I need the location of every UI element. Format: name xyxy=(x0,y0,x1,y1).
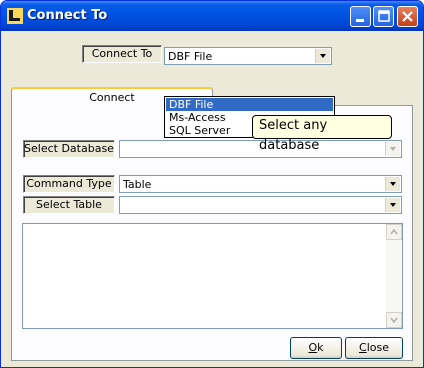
command-type-select[interactable]: Table xyxy=(119,175,402,193)
command-type-label: Command Type xyxy=(23,175,115,193)
chevron-up-icon xyxy=(390,228,398,235)
chevron-down-icon[interactable] xyxy=(385,142,400,156)
close-mnemonic: C xyxy=(359,341,367,354)
close-window-button[interactable] xyxy=(397,6,418,27)
ok-mnemonic: O xyxy=(308,341,318,354)
ok-button-label: k xyxy=(317,341,324,354)
minimize-button[interactable] xyxy=(350,6,371,27)
connect-to-value: DBF File xyxy=(168,50,213,63)
chevron-down-icon[interactable] xyxy=(385,177,400,191)
title-bar[interactable]: Connect To xyxy=(1,1,423,31)
close-button[interactable]: Close xyxy=(345,337,403,359)
dialog-body: Connect To DBF File Connect Select Datab… xyxy=(4,31,420,364)
scroll-up-button[interactable] xyxy=(386,224,402,240)
minimize-icon xyxy=(356,19,364,22)
maximize-icon xyxy=(378,10,390,22)
app-icon xyxy=(7,8,23,24)
close-button-label: lose xyxy=(366,341,389,354)
connect-to-select[interactable]: DBF File xyxy=(164,47,332,65)
select-table-label: Select Table xyxy=(23,196,115,214)
close-icon xyxy=(402,11,413,22)
ok-button[interactable]: Ok xyxy=(290,337,342,359)
chevron-down-icon[interactable] xyxy=(385,198,400,212)
scroll-down-button[interactable] xyxy=(386,312,402,328)
vertical-scrollbar[interactable] xyxy=(386,224,402,328)
select-table-select[interactable] xyxy=(119,196,402,214)
chevron-down-icon xyxy=(390,317,398,324)
window-title: Connect To xyxy=(27,8,108,23)
command-type-value: Table xyxy=(123,178,152,191)
maximize-button[interactable] xyxy=(373,6,394,27)
dropdown-option-dbf-file[interactable]: DBF File xyxy=(166,98,333,111)
select-database-label: Select Database xyxy=(23,140,115,158)
output-textarea[interactable] xyxy=(22,223,403,329)
chevron-down-icon[interactable] xyxy=(315,49,330,63)
tooltip: Select any database xyxy=(252,115,392,153)
connect-to-label: Connect To xyxy=(82,45,162,63)
connect-to-dialog: Connect To Connect To DBF File Connect S… xyxy=(0,0,424,368)
